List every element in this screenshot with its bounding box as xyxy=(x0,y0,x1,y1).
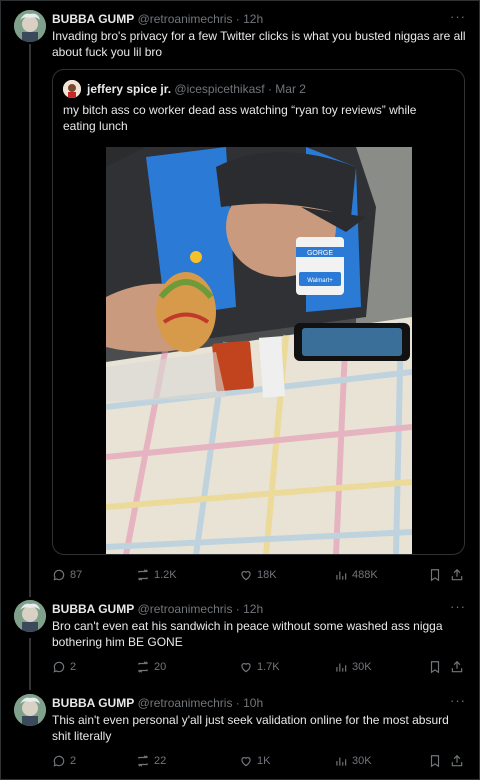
share-button[interactable] xyxy=(450,752,464,770)
tweet-header: BUBBA GUMP @retroanimechris · 10h ··· xyxy=(52,692,470,712)
action-bar: 2 20 1.7K 30K xyxy=(52,658,466,676)
retweet-icon xyxy=(137,755,149,767)
views-button[interactable]: 488K xyxy=(334,566,378,584)
tweet-text: This ain't even personal y'all just seek… xyxy=(52,713,449,743)
author-name[interactable]: BUBBA GUMP xyxy=(52,696,134,710)
tweet[interactable]: BUBBA GUMP @retroanimechris · 12h ··· Br… xyxy=(0,598,480,680)
views-icon xyxy=(336,663,347,672)
bookmark-icon xyxy=(430,661,440,674)
quote-date[interactable]: Mar 2 xyxy=(275,82,306,96)
like-button[interactable]: 1K xyxy=(239,752,270,770)
timestamp[interactable]: 10h xyxy=(243,696,263,710)
quoted-tweet[interactable]: jeffery spice jr. @icespicethikasf · Mar… xyxy=(52,69,465,555)
reply-icon xyxy=(53,755,65,767)
author-handle[interactable]: @retroanimechris xyxy=(138,12,233,26)
action-bar: 87 1.2K 18K 488K xyxy=(52,566,466,584)
reply-count: 87 xyxy=(70,569,83,581)
more-options-icon[interactable]: ··· xyxy=(450,692,466,710)
quote-text: my bitch ass co worker dead ass watching… xyxy=(63,103,417,133)
views-icon xyxy=(336,571,347,580)
like-count: 1.7K xyxy=(257,661,280,673)
separator: · xyxy=(267,82,272,96)
retweet-count: 1.2K xyxy=(154,569,177,581)
retweet-button[interactable]: 20 xyxy=(136,658,166,676)
retweet-icon xyxy=(137,569,149,581)
reply-button[interactable]: 2 xyxy=(52,658,76,676)
like-count: 1K xyxy=(257,755,271,767)
avatar[interactable] xyxy=(14,694,46,726)
bookmark-icon xyxy=(430,569,440,582)
author-name[interactable]: BUBBA GUMP xyxy=(52,602,134,616)
reply-count: 2 xyxy=(70,755,77,767)
retweet-count: 20 xyxy=(154,661,167,673)
bookmark-button[interactable] xyxy=(428,752,442,770)
avatar[interactable] xyxy=(14,10,46,42)
views-icon xyxy=(336,757,347,766)
view-count: 488K xyxy=(352,569,378,581)
quote-avatar[interactable] xyxy=(63,80,81,98)
share-button[interactable] xyxy=(450,658,464,676)
retweet-button[interactable]: 22 xyxy=(136,752,166,770)
author-handle[interactable]: @retroanimechris xyxy=(138,602,233,616)
action-bar: 2 22 1K 30K xyxy=(52,752,466,770)
share-icon xyxy=(451,568,463,581)
retweet-button[interactable]: 1.2K xyxy=(136,566,177,584)
separator: · xyxy=(235,602,240,616)
reply-button[interactable]: 2 xyxy=(52,752,76,770)
reply-button[interactable]: 87 xyxy=(52,566,82,584)
like-count: 18K xyxy=(257,569,277,581)
views-button[interactable]: 30K xyxy=(334,658,372,676)
reply-icon xyxy=(53,569,65,581)
like-button[interactable]: 18K xyxy=(239,566,277,584)
tweet[interactable]: BUBBA GUMP @retroanimechris · 10h ··· Th… xyxy=(0,692,480,774)
separator: · xyxy=(235,12,240,26)
tweet-header: BUBBA GUMP @retroanimechris · 12h ··· xyxy=(52,8,470,28)
author-name[interactable]: BUBBA GUMP xyxy=(52,12,134,26)
view-count: 30K xyxy=(352,661,372,673)
timestamp[interactable]: 12h xyxy=(243,12,263,26)
thread-connector xyxy=(29,638,31,690)
quote-author-name[interactable]: jeffery spice jr. xyxy=(87,82,171,96)
bookmark-icon xyxy=(430,755,440,768)
share-icon xyxy=(451,754,463,767)
tweet-text: Invading bro's privacy for a few Twitter… xyxy=(52,29,466,59)
more-options-icon[interactable]: ··· xyxy=(450,8,466,26)
badge-brand: Walmart+ xyxy=(307,278,333,284)
separator: · xyxy=(235,696,240,710)
bookmark-button[interactable] xyxy=(428,658,442,676)
share-icon xyxy=(451,660,463,673)
like-button[interactable]: 1.7K xyxy=(239,658,280,676)
view-count: 30K xyxy=(352,755,372,767)
bookmark-button[interactable] xyxy=(428,566,442,584)
retweet-icon xyxy=(137,661,149,673)
tweet-text: Bro can't even eat his sandwich in peace… xyxy=(52,619,443,649)
like-icon xyxy=(241,663,251,673)
quote-header: jeffery spice jr. @icespicethikasf · Mar… xyxy=(87,80,306,98)
like-icon xyxy=(241,571,251,581)
quote-author-handle[interactable]: @icespicethikasf xyxy=(174,82,264,96)
timestamp[interactable]: 12h xyxy=(243,602,263,616)
more-options-icon[interactable]: ··· xyxy=(450,598,466,616)
tweet-header: BUBBA GUMP @retroanimechris · 12h ··· xyxy=(52,598,470,618)
retweet-count: 22 xyxy=(154,755,167,767)
quote-photo[interactable]: GORGE Walmart+ xyxy=(106,147,412,554)
reply-count: 2 xyxy=(70,661,77,673)
tweet[interactable]: BUBBA GUMP @retroanimechris · 12h ··· In… xyxy=(0,8,480,590)
share-button[interactable] xyxy=(450,566,464,584)
badge-name: GORGE xyxy=(307,250,333,257)
author-handle[interactable]: @retroanimechris xyxy=(138,696,233,710)
like-icon xyxy=(241,757,251,767)
avatar[interactable] xyxy=(14,600,46,632)
reply-icon xyxy=(53,661,65,673)
views-button[interactable]: 30K xyxy=(334,752,372,770)
